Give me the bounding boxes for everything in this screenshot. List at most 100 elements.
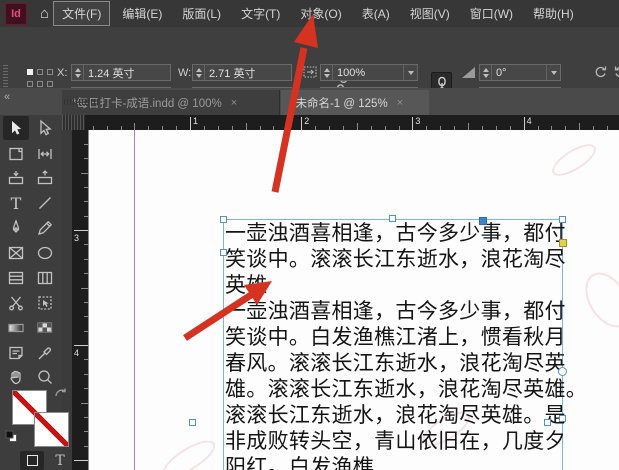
note-tool[interactable] — [3, 341, 29, 365]
collapse-panel-icon[interactable]: « — [4, 91, 10, 103]
ruler-tick — [190, 117, 191, 130]
x-position-field[interactable]: 1.24 英寸 — [71, 64, 171, 81]
proxy-cell[interactable] — [47, 81, 53, 87]
vertical-grid-tool[interactable] — [32, 266, 58, 290]
menu-item-view[interactable]: 视图(V) — [402, 2, 458, 25]
ruler-tick — [81, 403, 88, 404]
rotation-dropdown[interactable] — [546, 65, 560, 80]
text-line[interactable]: 滚滚长江东逝水，浪花淘尽英雄。是 — [225, 402, 566, 428]
window-grip — [64, 99, 100, 105]
ruler-tick — [81, 288, 88, 289]
gradient-feather-tool[interactable] — [32, 316, 58, 340]
frame2-handle-middle-right[interactable] — [544, 419, 551, 426]
watermark-mark — [158, 434, 221, 470]
menu-item-file[interactable]: 文件(F) — [53, 1, 110, 26]
text-line[interactable]: 阳红。白发渔樵 — [225, 454, 374, 470]
rotation-stepper[interactable] — [480, 65, 492, 80]
w-stepper[interactable] — [193, 65, 205, 80]
content-collector-tool[interactable] — [3, 166, 29, 190]
menu-item-object[interactable]: 对象(O) — [292, 2, 349, 25]
swap-fill-stroke-icon[interactable] — [53, 386, 69, 407]
direct-selection-tool[interactable] — [32, 116, 58, 140]
line-tool[interactable] — [32, 191, 58, 215]
menu-item-help[interactable]: 帮助(H) — [525, 2, 582, 25]
gradient-swatch-tool[interactable] — [3, 316, 29, 340]
proxy-cell[interactable] — [27, 81, 33, 87]
eyedropper-tool[interactable] — [32, 341, 58, 365]
text-frame-border-left[interactable] — [223, 219, 224, 470]
pen-tool[interactable] — [3, 216, 29, 240]
proxy-cell[interactable] — [47, 69, 53, 75]
page-tool[interactable] — [3, 142, 29, 166]
indesign-window: Id ⌂ 文件(F) 编辑(E) 版面(L) 文字(T) 对象(O) 表(A) … — [0, 0, 619, 470]
tools-panel: T — [0, 115, 62, 470]
type-tool[interactable]: T — [3, 191, 29, 215]
gap-tool[interactable] — [32, 142, 58, 166]
proxy-cell[interactable] — [37, 81, 43, 87]
text-line[interactable]: 一壶浊酒喜相逢，古今多少事，都付 — [225, 220, 566, 246]
width-field[interactable]: 2.71 英寸 — [192, 64, 292, 81]
ellipse-frame-tool[interactable] — [32, 241, 58, 265]
menu-item-table[interactable]: 表(A) — [354, 2, 398, 25]
horizontal-grid-tool[interactable] — [3, 266, 29, 290]
frame-handle-selected[interactable] — [479, 217, 487, 225]
text-line[interactable]: 笑谈中。滚滚长江东逝水，浪花淘尽 — [225, 246, 566, 272]
document-page[interactable]: 一壶浊酒喜相逢，古今多少事，都付 笑谈中。滚滚长江东逝水，浪花淘尽 英雄 一壶浊… — [88, 130, 619, 470]
frame-handle-top-left[interactable] — [220, 216, 227, 223]
rotation-angle-field[interactable]: 0° — [479, 64, 561, 81]
scale-x-dropdown[interactable] — [403, 65, 417, 80]
x-stepper[interactable] — [72, 65, 84, 80]
selection-tool[interactable] — [3, 116, 29, 140]
ruler-tick — [412, 117, 413, 130]
horizontal-ruler: 1234 — [85, 115, 619, 130]
menu-item-layout[interactable]: 版面(L) — [174, 2, 229, 25]
ruler-number: 1 — [193, 116, 198, 126]
corner-options-handle[interactable] — [559, 239, 567, 247]
pencil-tool[interactable] — [32, 216, 58, 240]
text-line[interactable]: 英雄 — [225, 272, 268, 298]
menu-item-type[interactable]: 文字(T) — [233, 2, 288, 25]
ruler-origin-box[interactable] — [62, 115, 86, 130]
ruler-tick — [74, 460, 88, 461]
rotate-cw-icon[interactable] — [612, 63, 619, 85]
content-placer-tool[interactable] — [32, 166, 58, 190]
indesign-logo-icon: Id — [5, 3, 27, 25]
menu-item-window[interactable]: 窗口(W) — [462, 2, 521, 25]
close-tab-icon[interactable]: × — [397, 97, 403, 109]
home-icon[interactable]: ⌂ — [40, 6, 49, 21]
watermark-mark — [547, 138, 600, 181]
ruler-tick — [579, 123, 580, 130]
control-panel: X: 1.24 英寸 Y: 2.9265 英寸 W: 2.71 英寸 H: 3.… — [0, 27, 619, 89]
frame2-handle-middle-left[interactable] — [189, 419, 196, 426]
formatting-affects-container-button[interactable] — [20, 451, 44, 470]
text-line[interactable]: 春风。滚滚长江东逝水，浪花淘尽英 — [225, 350, 566, 376]
text-out-port[interactable] — [558, 367, 567, 376]
ruler-tick — [74, 230, 88, 231]
text-line[interactable]: 雄。滚滚长江东逝水，浪花淘尽英雄。 — [225, 376, 587, 402]
document-tab-active[interactable]: *未命名-1 @ 125% × — [281, 90, 429, 115]
frame-handle-middle-left[interactable] — [220, 249, 227, 256]
ruler-tick — [524, 117, 525, 130]
scale-x-stepper[interactable] — [321, 65, 333, 80]
menu-item-edit[interactable]: 编辑(E) — [114, 2, 170, 25]
default-fill-stroke-icon[interactable] — [5, 430, 18, 448]
rotate-ccw-icon[interactable] — [592, 63, 609, 85]
free-transform-tool[interactable] — [32, 291, 58, 315]
hand-tool[interactable] — [3, 365, 29, 389]
stroke-swatch-none[interactable] — [34, 412, 69, 447]
frame-handle-top-right[interactable] — [559, 216, 566, 223]
frame-handle-top-middle[interactable] — [389, 215, 396, 222]
ruler-number: 3 — [74, 233, 79, 243]
text-line[interactable]: 非成败转头空，青山依旧在，几度夕 — [225, 428, 566, 454]
close-tab-icon[interactable]: × — [231, 97, 237, 109]
proxy-cell[interactable] — [37, 69, 43, 75]
frame-handle-middle-right[interactable] — [559, 415, 566, 422]
scissors-tool[interactable] — [3, 291, 29, 315]
rectangle-frame-tool[interactable] — [3, 241, 29, 265]
scale-x-field[interactable]: 100% — [320, 64, 418, 81]
text-line[interactable]: 笑谈中。白发渔樵江渚上，惯看秋月 — [225, 324, 566, 350]
formatting-affects-text-button[interactable]: T — [48, 451, 72, 470]
scale-x-icon — [303, 65, 318, 84]
text-line[interactable]: 一壶浊酒喜相逢，古今多少事，都付 — [225, 298, 566, 324]
proxy-cell[interactable] — [27, 69, 33, 75]
